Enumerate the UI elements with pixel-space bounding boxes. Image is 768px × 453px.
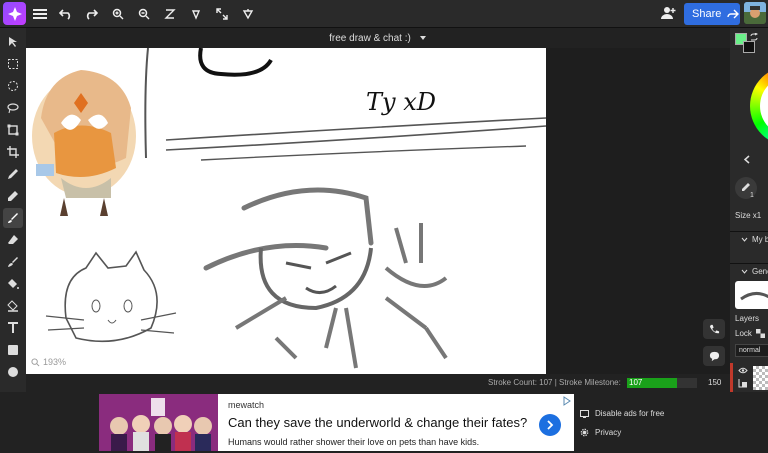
user-avatar[interactable] (744, 2, 766, 24)
share-button[interactable]: Share (684, 3, 740, 25)
app-root: Share free draw & chat :) Ty xD 193% Str… (0, 0, 768, 453)
general-section-header[interactable]: Gene (730, 263, 768, 277)
add-user-icon[interactable] (660, 5, 678, 23)
document-title-bar[interactable]: free draw & chat :) (26, 28, 730, 48)
ad-choices-icon[interactable] (562, 396, 572, 406)
share-arrow-icon (727, 9, 740, 19)
brush-size-label: Size x1 (735, 211, 762, 220)
smudge-icon[interactable] (3, 252, 23, 272)
top-toolbar: Share (0, 0, 768, 28)
chevron-down-icon (741, 269, 748, 274)
fill-bucket-icon[interactable] (3, 274, 23, 294)
swap-colors-icon[interactable] (750, 33, 758, 41)
layer-thumbnail[interactable] (753, 366, 768, 390)
canvas-handwritten-text: Ty xD (366, 88, 436, 116)
reset-view-icon[interactable] (238, 4, 258, 24)
disable-ads-icon (580, 409, 589, 418)
privacy-link[interactable]: Privacy (580, 428, 621, 437)
brush-size-value: 1 (750, 192, 754, 199)
disable-ads-link[interactable]: Disable ads for free (580, 409, 664, 418)
brush-icon[interactable] (3, 208, 23, 228)
chevron-down-icon (419, 36, 426, 40)
pencil-icon (742, 183, 750, 191)
chevron-down-icon (741, 237, 748, 242)
shape-tool-icon[interactable] (3, 340, 23, 360)
text-tool-icon[interactable] (3, 318, 23, 338)
menu-icon[interactable] (30, 4, 50, 24)
voice-call-button[interactable] (703, 319, 725, 339)
right-panel: 1 Size x1 My b Gene Layers Lock normal (730, 28, 768, 396)
brush-section-label: My b (752, 235, 768, 244)
stroke-milestone-bar: 107 (627, 378, 697, 388)
stroke-milestone-fill: 107 (627, 378, 677, 388)
drawing-canvas[interactable]: Ty xD (26, 48, 547, 374)
general-section-label: Gene (752, 267, 768, 276)
ellipse-select-icon[interactable] (3, 76, 23, 96)
blend-mode-value: normal (735, 344, 768, 357)
color-wheel[interactable] (730, 58, 768, 153)
stroke-count-label: Stroke Count: 107 | Stroke Milestone: (488, 378, 621, 387)
phone-icon (709, 324, 719, 333)
tool-sidebar (0, 28, 26, 396)
brush-size-picker[interactable]: 1 (730, 177, 768, 201)
ad-open-button[interactable] (539, 414, 561, 436)
canvas-artwork: Ty xD (32, 48, 547, 369)
app-logo-icon[interactable] (3, 2, 26, 25)
secondary-color-swatch[interactable] (743, 41, 755, 53)
document-title: free draw & chat :) (329, 32, 411, 44)
pen-icon[interactable] (3, 186, 23, 206)
undo-icon[interactable] (56, 4, 76, 24)
ad-headline[interactable]: Can they save the underworld & change th… (228, 415, 527, 430)
eyedropper-icon[interactable] (3, 164, 23, 184)
zoom-level: 193% (43, 357, 67, 367)
eye-icon[interactable] (738, 367, 748, 374)
blend-mode-select[interactable]: normal (730, 344, 768, 358)
fullscreen-icon[interactable] (212, 4, 232, 24)
disable-ads-label: Disable ads for free (595, 409, 665, 418)
redo-icon[interactable] (81, 4, 101, 24)
status-bar: Stroke Count: 107 | Stroke Milestone: 10… (26, 374, 730, 392)
ad-brand: mewatch (228, 400, 265, 410)
zoom-in-icon[interactable] (108, 4, 128, 24)
checkerboard-lock-icon[interactable] (756, 329, 765, 338)
layer-row[interactable] (730, 363, 768, 393)
chevron-right-icon (547, 420, 554, 430)
ad-image[interactable] (99, 394, 218, 451)
chevron-left-icon (744, 155, 750, 164)
gear-icon (580, 428, 589, 437)
chat-button[interactable] (703, 346, 725, 366)
zoom-out-icon[interactable] (134, 4, 154, 24)
ad-subtext: Humans would rather shower their love on… (228, 437, 480, 447)
collapse-panel-button[interactable] (730, 152, 768, 168)
lasso-icon[interactable] (3, 98, 23, 118)
lock-label: Lock (735, 329, 752, 338)
stroke-milestone-max: 150 (708, 378, 722, 387)
brush-section-header[interactable]: My b (730, 231, 768, 245)
ad-banner[interactable]: mewatch Can they save the underworld & c… (99, 394, 574, 451)
crop-icon[interactable] (3, 142, 23, 162)
layers-label: Layers (735, 314, 760, 323)
canvas-stage: Ty xD 193% (26, 48, 730, 374)
rect-select-icon[interactable] (3, 54, 23, 74)
ellipse-tool-icon[interactable] (3, 362, 23, 382)
ad-bar: mewatch Can they save the underworld & c… (0, 392, 768, 453)
zoom-magnifier-icon (31, 357, 40, 366)
flip-icon[interactable] (160, 4, 180, 24)
gradient-icon[interactable] (3, 296, 23, 316)
rotate-icon[interactable] (186, 4, 206, 24)
chat-bubble-icon (709, 351, 719, 361)
share-button-label: Share (692, 8, 722, 20)
transform-icon[interactable] (3, 120, 23, 140)
eraser-icon[interactable] (3, 230, 23, 250)
brush-preview[interactable] (730, 281, 768, 309)
privacy-label: Privacy (595, 428, 622, 437)
move-tool-icon[interactable] (3, 32, 23, 52)
layer-settings-icon[interactable] (738, 378, 748, 388)
zoom-indicator: 193% (31, 357, 66, 367)
color-swatches[interactable] (730, 31, 768, 53)
